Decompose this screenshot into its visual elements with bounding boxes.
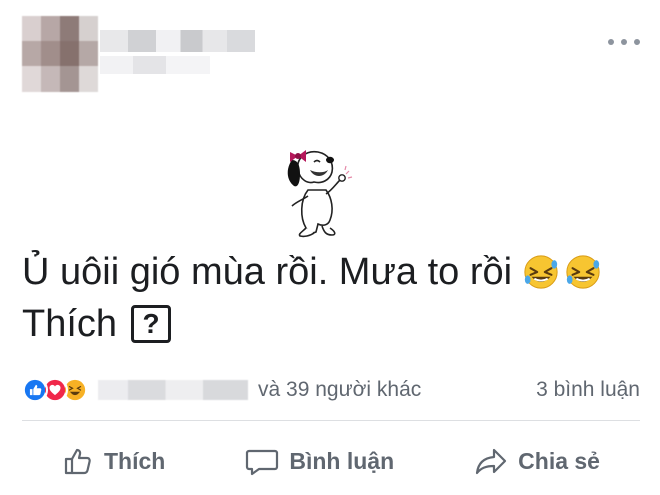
share-arrow-icon xyxy=(476,448,507,475)
thumbs-up-icon xyxy=(64,448,91,475)
reactor-others-text[interactable]: và 39 người khác xyxy=(258,378,421,402)
rolling-laughing-emoji-icon xyxy=(524,255,558,289)
dot-icon xyxy=(621,39,627,45)
post-header xyxy=(0,0,660,100)
comment-button-label: Bình luận xyxy=(289,447,395,474)
post-action-bar: Thích Bình luận Chia sẻ xyxy=(22,436,640,486)
share-button[interactable]: Chia sẻ xyxy=(474,445,600,477)
comment-count-link[interactable]: 3 bình luận xyxy=(536,378,640,402)
speech-bubble-icon xyxy=(246,449,279,476)
like-button[interactable]: Thích xyxy=(62,445,165,477)
reactor-name-blurred[interactable] xyxy=(98,380,248,400)
post-meta-blurred xyxy=(100,56,210,74)
dog-sticker-icon xyxy=(287,150,353,238)
rolling-laughing-emoji-icon xyxy=(566,255,600,289)
like-reaction-icon xyxy=(22,377,48,403)
reactions-summary[interactable]: và 39 người khác 3 bình luận xyxy=(22,372,640,408)
reaction-icons[interactable] xyxy=(22,377,88,403)
post-text-content: Thích xyxy=(22,303,118,345)
post-text-line-2: Thích ? xyxy=(22,298,642,350)
post-text-content: Ủ uôii gió mùa rồi. Mưa to rồi xyxy=(22,251,513,293)
comment-button[interactable]: Bình luận xyxy=(245,445,394,477)
unknown-glyph-icon: ? xyxy=(131,305,172,343)
like-button-label: Thích xyxy=(104,447,166,474)
share-button-label: Chia sẻ xyxy=(518,447,600,474)
avatar[interactable] xyxy=(22,16,98,92)
dot-icon xyxy=(608,39,614,45)
more-options-button[interactable] xyxy=(608,34,640,50)
post-text-line-1: Ủ uôii gió mùa rồi. Mưa to rồi xyxy=(22,246,642,298)
post-text: Ủ uôii gió mùa rồi. Mưa to rồi Thích ? xyxy=(22,246,642,350)
divider xyxy=(22,420,640,421)
dot-icon xyxy=(634,39,640,45)
author-name-blurred[interactable] xyxy=(100,30,255,52)
